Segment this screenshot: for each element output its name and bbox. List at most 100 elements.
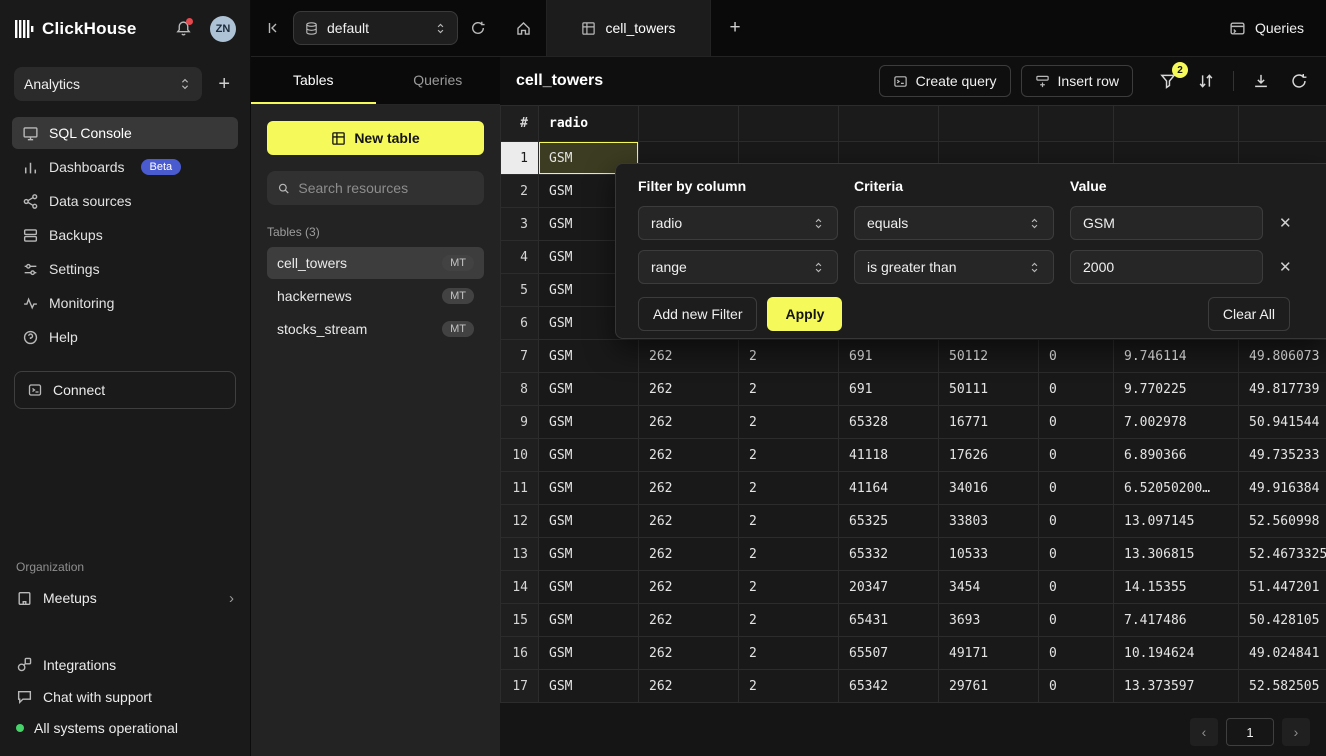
column-header[interactable] bbox=[739, 106, 839, 142]
table-cell[interactable]: 0 bbox=[1039, 571, 1114, 604]
row-number-cell[interactable]: 8 bbox=[501, 373, 539, 406]
table-cell[interactable]: 262 bbox=[639, 373, 739, 406]
table-cell[interactable]: 2 bbox=[739, 373, 839, 406]
remove-filter-button-1[interactable]: ✕ bbox=[1279, 214, 1292, 232]
table-cell[interactable]: 16771 bbox=[939, 406, 1039, 439]
table-cell[interactable]: 33803 bbox=[939, 505, 1039, 538]
table-cell[interactable]: 34016 bbox=[939, 472, 1039, 505]
table-cell[interactable]: GSM bbox=[539, 670, 639, 703]
workspace-select[interactable]: Analytics bbox=[14, 67, 202, 101]
table-cell[interactable]: GSM bbox=[539, 538, 639, 571]
table-cell[interactable]: 13.373597 bbox=[1114, 670, 1239, 703]
table-cell[interactable]: 6.52050200… bbox=[1114, 472, 1239, 505]
table-cell[interactable]: 17626 bbox=[939, 439, 1039, 472]
row-number-cell[interactable]: 5 bbox=[501, 274, 539, 307]
table-cell[interactable]: 0 bbox=[1039, 340, 1114, 373]
table-cell[interactable]: 0 bbox=[1039, 472, 1114, 505]
table-cell[interactable]: 691 bbox=[839, 373, 939, 406]
next-page-button[interactable]: › bbox=[1282, 718, 1310, 746]
sidebar-item-dashboards[interactable]: Dashboards Beta bbox=[12, 151, 238, 183]
table-list-item-hackernews[interactable]: hackernews MT bbox=[267, 280, 484, 312]
table-cell[interactable]: GSM bbox=[539, 472, 639, 505]
table-cell[interactable]: 2 bbox=[739, 439, 839, 472]
column-header[interactable] bbox=[639, 106, 739, 142]
table-cell[interactable]: 65431 bbox=[839, 604, 939, 637]
download-button[interactable] bbox=[1250, 70, 1272, 92]
filter-value-input[interactable] bbox=[1083, 259, 1250, 275]
sidebar-item-backups[interactable]: Backups bbox=[12, 219, 238, 251]
row-number-cell[interactable]: 17 bbox=[501, 670, 539, 703]
column-header[interactable] bbox=[839, 106, 939, 142]
table-cell[interactable]: 262 bbox=[639, 439, 739, 472]
table-cell[interactable]: 7.417486 bbox=[1114, 604, 1239, 637]
sidebar-item-data-sources[interactable]: Data sources bbox=[12, 185, 238, 217]
integrations-link[interactable]: Integrations bbox=[16, 656, 234, 673]
filter-column-select-1[interactable]: radio bbox=[638, 206, 838, 240]
chat-support-link[interactable]: Chat with support bbox=[16, 688, 234, 705]
table-cell[interactable]: 51.447201 bbox=[1239, 571, 1326, 604]
table-cell[interactable]: GSM bbox=[539, 340, 639, 373]
table-cell[interactable]: 14.15355 bbox=[1114, 571, 1239, 604]
table-cell[interactable]: 0 bbox=[1039, 373, 1114, 406]
table-cell[interactable]: 262 bbox=[639, 406, 739, 439]
table-cell[interactable]: GSM bbox=[539, 505, 639, 538]
add-workspace-button[interactable]: + bbox=[212, 72, 236, 96]
table-cell[interactable]: GSM bbox=[539, 604, 639, 637]
table-cell[interactable]: 3454 bbox=[939, 571, 1039, 604]
table-cell[interactable]: 262 bbox=[639, 340, 739, 373]
table-cell[interactable]: 50.941544 bbox=[1239, 406, 1326, 439]
table-cell[interactable]: 65325 bbox=[839, 505, 939, 538]
sidebar-item-sql-console[interactable]: SQL Console bbox=[12, 117, 238, 149]
table-cell[interactable]: 50112 bbox=[939, 340, 1039, 373]
row-number-cell[interactable]: 13 bbox=[501, 538, 539, 571]
table-cell[interactable]: 2 bbox=[739, 670, 839, 703]
table-cell[interactable]: 2 bbox=[739, 604, 839, 637]
column-header[interactable]: # bbox=[501, 106, 539, 142]
row-number-cell[interactable]: 3 bbox=[501, 208, 539, 241]
column-header[interactable]: radio bbox=[539, 106, 639, 142]
table-cell[interactable]: 0 bbox=[1039, 439, 1114, 472]
search-box[interactable] bbox=[267, 171, 484, 205]
row-number-cell[interactable]: 7 bbox=[501, 340, 539, 373]
connect-button[interactable]: Connect bbox=[14, 371, 236, 409]
row-number-cell[interactable]: 11 bbox=[501, 472, 539, 505]
table-list-item-stocks-stream[interactable]: stocks_stream MT bbox=[267, 313, 484, 345]
table-cell[interactable]: 20347 bbox=[839, 571, 939, 604]
tab-queries[interactable]: Queries bbox=[376, 57, 501, 104]
row-number-cell[interactable]: 4 bbox=[501, 241, 539, 274]
table-cell[interactable]: 2 bbox=[739, 571, 839, 604]
table-cell[interactable]: 52.560998 bbox=[1239, 505, 1326, 538]
table-cell[interactable]: 49.024841 bbox=[1239, 637, 1326, 670]
table-cell[interactable]: 65507 bbox=[839, 637, 939, 670]
table-cell[interactable]: 0 bbox=[1039, 637, 1114, 670]
table-cell[interactable]: 49171 bbox=[939, 637, 1039, 670]
table-cell[interactable]: 13.306815 bbox=[1114, 538, 1239, 571]
table-cell[interactable]: 29761 bbox=[939, 670, 1039, 703]
table-cell[interactable]: 6.890366 bbox=[1114, 439, 1239, 472]
table-cell[interactable]: 262 bbox=[639, 472, 739, 505]
new-tab-button[interactable]: + bbox=[711, 0, 759, 56]
collapse-sidebar-icon[interactable] bbox=[265, 20, 281, 36]
row-number-cell[interactable]: 14 bbox=[501, 571, 539, 604]
row-number-cell[interactable]: 15 bbox=[501, 604, 539, 637]
tab-tables[interactable]: Tables bbox=[251, 57, 376, 104]
filter-column-select-2[interactable]: range bbox=[638, 250, 838, 284]
table-cell[interactable]: 262 bbox=[639, 538, 739, 571]
current-page[interactable]: 1 bbox=[1226, 718, 1274, 746]
table-cell[interactable]: 3693 bbox=[939, 604, 1039, 637]
home-tab[interactable] bbox=[500, 0, 547, 56]
refresh-icon[interactable] bbox=[470, 20, 486, 36]
table-cell[interactable]: 65332 bbox=[839, 538, 939, 571]
system-status[interactable]: All systems operational bbox=[16, 720, 234, 736]
sidebar-item-settings[interactable]: Settings bbox=[12, 253, 238, 285]
queries-button[interactable]: Queries bbox=[1207, 0, 1326, 56]
table-cell[interactable]: 2 bbox=[739, 340, 839, 373]
search-input[interactable] bbox=[298, 180, 474, 196]
table-cell[interactable]: 2 bbox=[739, 472, 839, 505]
table-cell[interactable]: GSM bbox=[539, 439, 639, 472]
table-cell[interactable]: 0 bbox=[1039, 538, 1114, 571]
notifications-bell-icon[interactable] bbox=[175, 20, 192, 37]
table-cell[interactable]: 10533 bbox=[939, 538, 1039, 571]
table-cell[interactable]: GSM bbox=[539, 406, 639, 439]
database-select[interactable]: default bbox=[293, 11, 458, 45]
